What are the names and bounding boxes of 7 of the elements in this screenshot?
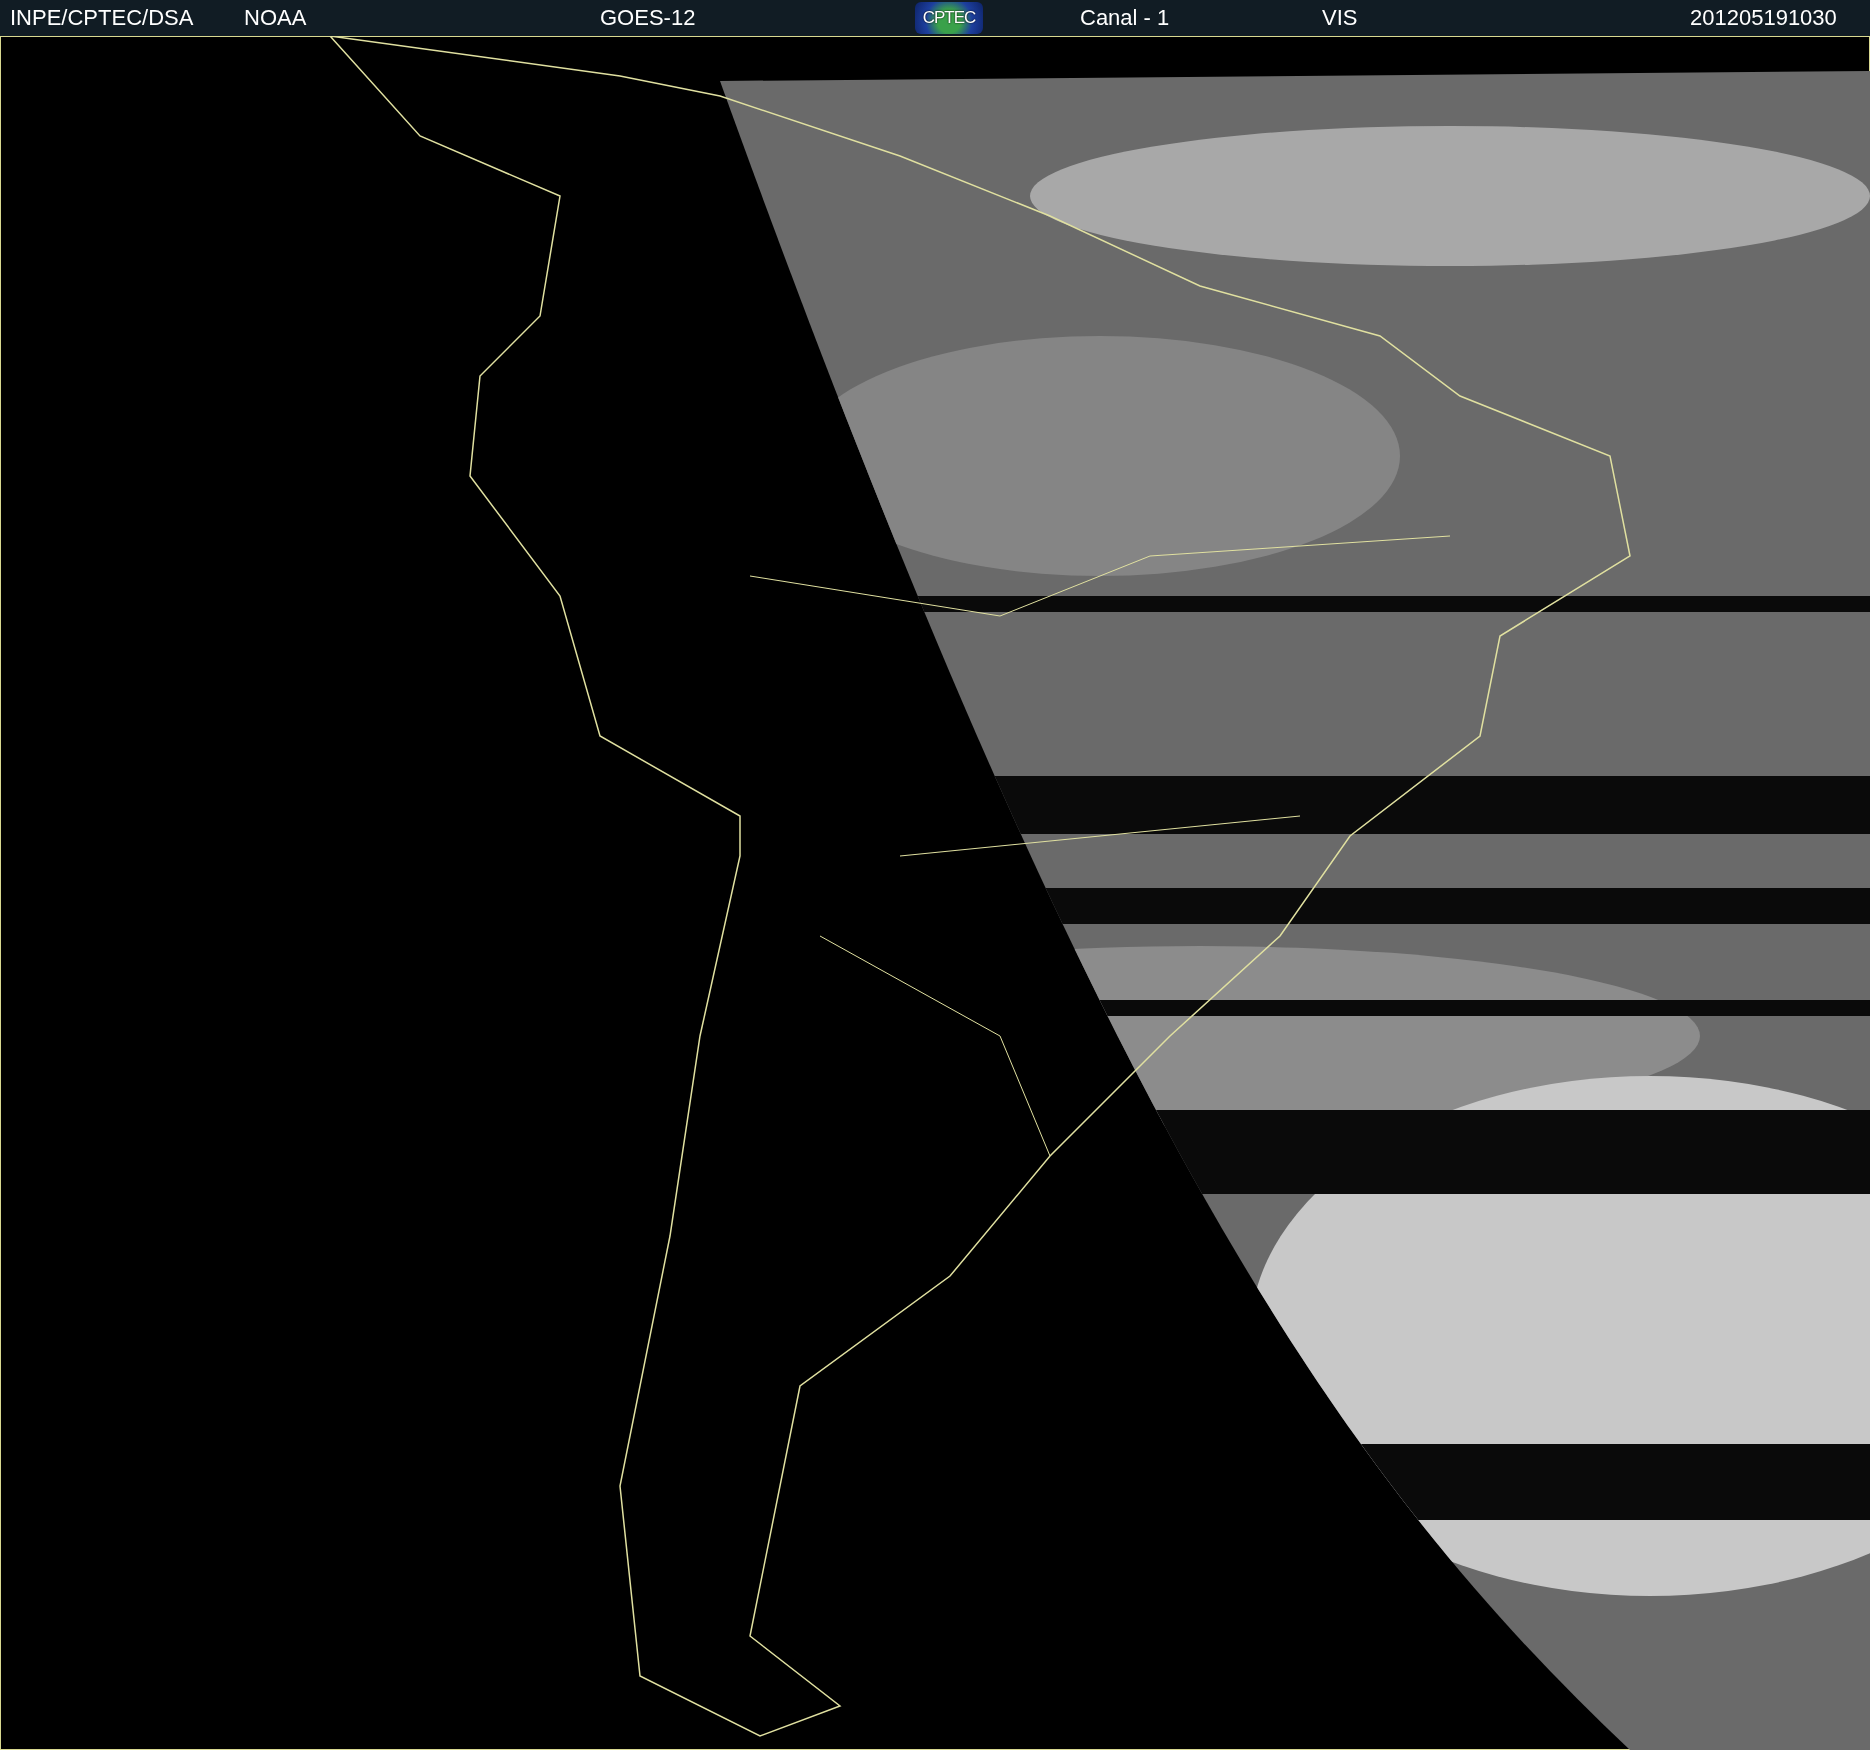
header-label: 201205191030 [1690,5,1838,31]
header-label: NOAA [244,5,308,31]
header-label: VIS [1322,5,1359,31]
logo: CPTEC [915,2,983,34]
header-label: Canal - 1 [1080,5,1171,31]
header-label: INPE/CPTEC/DSA [10,5,195,31]
header-label: GOES-12 [600,5,697,31]
